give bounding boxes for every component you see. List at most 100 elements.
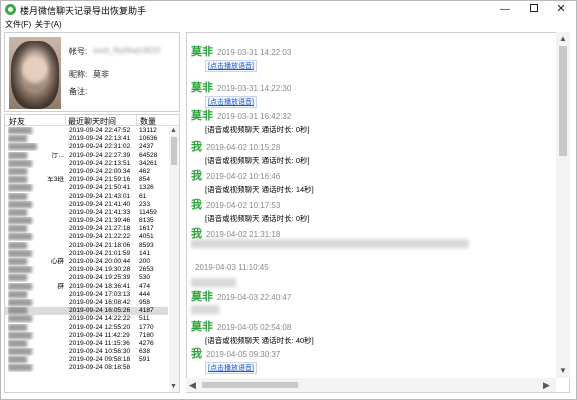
friend-row[interactable]: ▓▓▓▓ 2019-09-24 11:15:36 4276: [5, 340, 168, 348]
message-timestamp: 2019-03-31 16:42:32: [217, 112, 292, 121]
friend-name: ▓▓▓▓: [8, 323, 28, 331]
scrollbar-thumb[interactable]: [559, 46, 567, 156]
friend-row[interactable]: ▓▓▓▓▓ 2019-09-24 21:39:46 8135: [5, 217, 168, 225]
friend-last-chat-time: 2019-09-24 18:36:41: [69, 282, 131, 290]
friend-row[interactable]: ▓▓▓▓▓▓ 2019-09-24 22:31:02 2437: [5, 143, 168, 151]
account-value: wxid_fkp6lwjn3633: [93, 46, 161, 55]
friend-row[interactable]: ▓▓▓▓ 2019-09-24 16:05:26 4187: [5, 307, 168, 316]
friend-name: ▓▓▓▓▓: [8, 315, 33, 323]
friend-last-chat-time: 2019-09-24 14:22:22: [69, 315, 131, 323]
column-header-last-chat-time[interactable]: 最近聊天时间: [68, 116, 116, 127]
message-sender: 莫非: [191, 321, 213, 333]
friend-message-count: 462: [139, 167, 151, 175]
friend-name: ▓▓▓▓▓: [8, 364, 33, 372]
nickname-value: 莫非: [93, 70, 109, 79]
friend-row[interactable]: ▓▓▓▓ 厅... 2019-09-24 22:27:39 64528: [5, 152, 168, 160]
minimize-button[interactable]: —: [491, 1, 519, 18]
friend-row[interactable]: ▓▓▓▓▓ 2019-09-24 22:13:51 34261: [5, 160, 168, 168]
friend-last-chat-time: 2019-09-24 08:18:58: [69, 364, 131, 372]
message-sender: 莫非: [191, 46, 213, 58]
friend-row[interactable]: ▓▓▓▓▓ 2019-09-24 21:01:59 141: [5, 250, 168, 258]
menu-about[interactable]: 关于(A): [35, 19, 62, 30]
scroll-down-icon[interactable]: ▼: [559, 366, 567, 375]
scroll-up-icon[interactable]: ▲: [559, 34, 567, 43]
friend-row[interactable]: ▓▓▓▓ 2019-09-24 17:03:13 444: [5, 291, 168, 299]
friend-row[interactable]: ▓▓▓▓ 2019-09-24 19:25:39 530: [5, 274, 168, 282]
chat-vertical-scrollbar[interactable]: ▲ ▼: [556, 32, 570, 378]
message-timestamp: 2019-04-02 10:16:46: [206, 172, 281, 181]
friend-row[interactable]: ▓▓▓▓ 2019-09-24 21:41:33 11459: [5, 209, 168, 217]
chat-message-header: 我 2019-04-02 10:15:28: [191, 138, 280, 154]
friend-message-count: 591: [139, 356, 151, 364]
friend-row[interactable]: ▓▓▓▓ 2019-09-24 22:13:41 10636: [5, 135, 168, 143]
scroll-left-icon[interactable]: ◀: [189, 380, 196, 391]
friend-row[interactable]: ▓▓▓▓▓ 2019-09-24 16:08:42 958: [5, 299, 168, 307]
friend-row[interactable]: ▓▓▓▓▓ 群 2019-09-24 18:36:41 474: [5, 283, 168, 291]
friend-list-scrollbar[interactable]: ▲ ▼: [169, 127, 179, 392]
friend-row[interactable]: ▓▓▓▓ 2019-09-24 21:27:18 1617: [5, 225, 168, 233]
play-voice-link[interactable]: [点击播放语音]: [205, 60, 257, 72]
menu-file[interactable]: 文件(F): [5, 19, 31, 30]
scroll-up-icon[interactable]: ▲: [170, 127, 177, 134]
app-logo-icon: [5, 4, 16, 15]
friend-row[interactable]: ▓▓▓▓▓ 2019-09-24 21:50:41 1326: [5, 184, 168, 192]
chat-message-header: 2019-04-03 11:10:45: [191, 261, 269, 273]
scroll-down-icon[interactable]: ▼: [170, 383, 177, 390]
friend-last-chat-time: 2019-09-24 17:03:13: [69, 290, 131, 298]
redacted-message: ▒▒▒▒▒▒▒▒: [191, 278, 237, 287]
message-sender: 莫非: [191, 291, 213, 303]
friend-last-chat-time: 2019-09-24 21:41:33: [69, 208, 131, 216]
friend-last-chat-time: 2019-09-24 22:47:52: [69, 127, 131, 134]
friend-last-chat-time: 2019-09-24 11:15:36: [69, 339, 130, 347]
close-button[interactable]: ✕: [547, 1, 575, 18]
scrollbar-thumb[interactable]: [202, 382, 298, 388]
friend-row[interactable]: ▓▓▓▓ 2019-09-24 22:00:34 462: [5, 168, 168, 176]
friend-list-header: 好友 最近聊天时间 数量: [5, 115, 179, 126]
message-sender: 我: [191, 199, 202, 211]
message-sender: 莫非: [191, 82, 213, 94]
column-header-friend[interactable]: 好友: [9, 116, 25, 127]
friend-row[interactable]: ▓▓▓▓ 2019-09-24 21:18:06 8593: [5, 242, 168, 250]
message-timestamp: 2019-04-02 10:17:53: [206, 201, 281, 210]
friend-last-chat-time: 2019-09-24 12:55:20: [69, 323, 131, 331]
friend-row[interactable]: ▓▓▓▓ 2019-09-24 12:55:20 1770: [5, 324, 168, 332]
scroll-right-icon[interactable]: ▶: [543, 380, 550, 391]
maximize-button[interactable]: [520, 1, 548, 18]
friend-message-count: 958: [139, 298, 151, 306]
friend-message-count: 200: [139, 258, 151, 265]
friend-message-count: 1326: [139, 184, 154, 192]
scrollbar-thumb[interactable]: [171, 137, 177, 165]
friend-message-count: 8593: [139, 241, 154, 249]
friend-last-chat-time: 2019-09-24 21:43:01: [69, 192, 131, 200]
friend-row[interactable]: ▓▓▓▓ 军3班 2019-09-24 21:59:16 854: [5, 176, 168, 184]
friend-row[interactable]: ▓▓▓▓▓ 2019-09-24 21:22:22 4051: [5, 233, 168, 241]
friend-row[interactable]: ▓▓▓▓ 2019-09-24 21:43:01 61: [5, 193, 168, 201]
chat-message-header: 莫非 2019-04-03 22:40:47: [191, 288, 291, 304]
friend-message-count: 61: [139, 192, 147, 200]
column-divider[interactable]: [136, 115, 137, 126]
friend-row[interactable]: ▓▓▓▓▓ 2019-09-24 10:56:30 638: [5, 348, 168, 356]
friend-list[interactable]: 好友 最近聊天时间 数量 ▓▓▓▓▓ 2019-09-24 22:47:52 131…: [4, 114, 180, 393]
friend-message-count: 34261: [139, 159, 158, 167]
friend-row[interactable]: ▓▓▓▓ 2019-09-24 09:58:18 591: [5, 356, 168, 364]
friend-last-chat-time: 2019-09-24 11:42:29: [69, 331, 130, 339]
column-header-count[interactable]: 数量: [140, 116, 156, 127]
friend-row[interactable]: ▓▓▓▓▓ 2019-09-24 11:42:29 7180: [5, 332, 168, 340]
column-divider[interactable]: [65, 115, 66, 126]
friend-row[interactable]: ▓▓▓▓▓ 2019-09-24 14:22:22 511: [5, 315, 168, 323]
friend-message-count: 141: [139, 249, 151, 257]
friend-row[interactable]: ▓▓▓▓▓ 2019-09-24 08:18:58: [5, 364, 168, 372]
chat-history-panel[interactable]: 莫非 2019-03-31 14:22:03 [点击播放语音] 莫非 2019-03-3…: [186, 32, 570, 393]
friend-message-count: 4187: [139, 307, 154, 315]
friend-last-chat-time: 2019-09-24 22:31:02: [69, 143, 131, 151]
friend-row[interactable]: ▓▓▓▓▓ 2019-09-24 22:47:52 13112: [5, 127, 168, 135]
friend-row[interactable]: ▓▓▓▓▓ 2019-09-24 19:30:28 2653: [5, 266, 168, 274]
friend-last-chat-time: 2019-09-24 20:00:44: [69, 258, 131, 265]
friend-last-chat-time: 2019-09-24 16:05:26: [69, 307, 131, 315]
friend-row[interactable]: ▓▓▓▓ 心群 2019-09-24 20:00:44 200: [5, 258, 168, 266]
redacted-message: ▒▒▒▒▒▒▒▒▒▒▒▒▒▒▒▒▒▒▒▒▒▒▒▒▒▒▒▒▒▒▒▒▒▒▒▒▒▒▒▒…: [191, 239, 469, 248]
friend-row[interactable]: ▓▓▓▓▓ 2019-09-24 21:41:40 233: [5, 201, 168, 209]
chat-horizontal-scrollbar[interactable]: ◀ ▶: [186, 378, 556, 392]
play-voice-link[interactable]: [点击播放语音]: [205, 362, 257, 374]
chat-message-header: 莫非 2019-03-31 14:22:03: [191, 43, 291, 59]
